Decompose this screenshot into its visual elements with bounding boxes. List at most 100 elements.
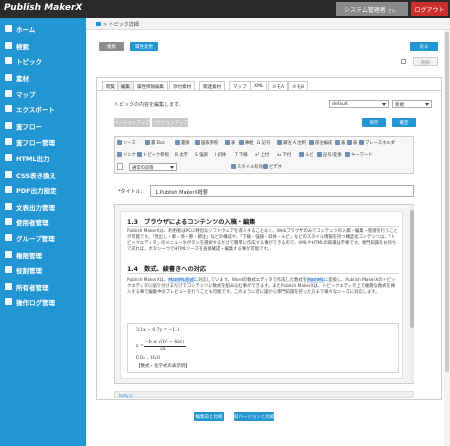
topic-ref-button[interactable]: トピック参照: [137, 151, 169, 160]
return-button[interactable]: 戻る: [410, 42, 438, 51]
copy-button[interactable]: 複製: [99, 42, 124, 51]
sidebar-item-home[interactable]: ホーム: [0, 22, 86, 36]
sidebar-item-html[interactable]: HTML出力: [0, 151, 86, 165]
underline-button[interactable]: T 下線: [235, 151, 248, 160]
sidebar-item-permissions[interactable]: 権限管理: [0, 248, 86, 262]
tab-attached-material[interactable]: 添付素材: [169, 81, 195, 90]
tab-related-material[interactable]: 関連素材: [199, 81, 225, 90]
sidebar-item-logs[interactable]: 操作ログ管理: [0, 295, 86, 309]
source-button[interactable]: ソース: [117, 139, 136, 148]
figure-ref-button[interactable]: 図表参照: [195, 139, 218, 148]
document-scrollbar-thumb[interactable]: [410, 210, 414, 328]
confirm-button[interactable]: 確定: [392, 118, 416, 127]
material-icon: [5, 74, 12, 81]
bold-button[interactable]: B 太字: [175, 151, 188, 160]
table-insert-button[interactable]: 表: [335, 139, 345, 148]
topic-ref-icon: [137, 152, 142, 157]
user-name-badge: システム管理者 さん: [336, 2, 408, 16]
annotation-button[interactable]: A 注釈: [293, 139, 306, 148]
superscript-button[interactable]: x² 上付: [255, 151, 269, 160]
save-button[interactable]: 保存: [362, 118, 386, 127]
mode-select[interactable]: 新規: [392, 100, 432, 108]
replace-button[interactable]: 置換: [175, 139, 190, 148]
symbol-convert-button[interactable]: 記号/変換: [317, 151, 342, 160]
template-select[interactable]: default: [329, 100, 389, 108]
sidebar-item-doc-output[interactable]: 文表出力管理: [0, 200, 86, 214]
version-up-button[interactable]: バージョンアップ: [114, 118, 150, 127]
table-edit-button[interactable]: 表: [347, 139, 357, 148]
tab-memo-a[interactable]: メモA: [268, 81, 289, 90]
sidebar-item-export[interactable]: エクスポート: [0, 102, 86, 116]
tab-map[interactable]: マップ: [229, 81, 251, 90]
tab-attribute-edit[interactable]: 属性情報編集: [133, 81, 168, 90]
doc-output-icon: [5, 203, 12, 210]
delete-button[interactable]: 削除: [413, 57, 438, 66]
breadcrumb-bar: > トピック詳細: [86, 18, 450, 30]
format-icon[interactable]: [117, 163, 123, 170]
illustration-button[interactable]: 挿絵: [239, 139, 254, 148]
delete-checkbox[interactable]: [401, 59, 406, 64]
sidebar-item-users[interactable]: 使用者管理: [0, 215, 86, 229]
revision-up-button[interactable]: リビジョンアップ: [152, 118, 188, 127]
sidebar-item-flow-manage[interactable]: 査フロー管理: [0, 135, 86, 149]
video-button[interactable]: ビデオ: [263, 163, 282, 172]
search-icon: [5, 42, 12, 49]
user-suffix: さん: [387, 8, 396, 13]
table-edit-icon: [347, 140, 352, 145]
attribute-edit-button[interactable]: 属性変更: [130, 42, 158, 51]
page-scrollbar-thumb[interactable]: [445, 32, 449, 372]
title-label: *タイトル：: [118, 189, 146, 195]
sidebar-item-roles[interactable]: 役割管理: [0, 263, 86, 277]
heading-divider: [127, 273, 399, 274]
sidebar-item-flow[interactable]: 査フロー: [0, 119, 86, 133]
title-input[interactable]: 1.Publish MakerX概要: [150, 185, 414, 197]
section-paragraph-1-3: Publish MakerXは、利用者はPCに特別なソフトウェアを導入することな…: [127, 229, 398, 252]
sidebar-item-topic[interactable]: トピック: [0, 54, 86, 68]
document-page[interactable]: 1.3 ブラウザによるコンテンツの入稿・編集 Publish MakerXは、利…: [120, 211, 403, 379]
logout-button[interactable]: ログアウト: [411, 2, 448, 16]
source-icon: [117, 140, 122, 145]
tab-memo-b[interactable]: メモB: [288, 81, 309, 90]
video-icon: [263, 164, 268, 169]
link-icon: [117, 152, 122, 157]
owner-icon: [5, 283, 12, 290]
figure-ref-icon: [195, 140, 200, 145]
subscript-button[interactable]: x₂ 下付: [277, 151, 291, 160]
doc-button[interactable]: 書 Doc: [145, 139, 165, 148]
sidebar-item-material[interactable]: 素材: [0, 71, 86, 85]
app-logo[interactable]: Publish MakerX: [4, 3, 82, 13]
emphasis-button[interactable]: S 強調: [195, 151, 208, 160]
footnote-icon: [277, 140, 282, 145]
role-icon: [5, 266, 12, 273]
home-icon[interactable]: [96, 22, 101, 26]
compare-previous-version-button[interactable]: 前バージョンと比較: [234, 412, 274, 421]
top-header: Publish MakerX システム管理者 さん ログアウト: [0, 0, 450, 18]
sidebar-item-groups[interactable]: グループ管理: [0, 231, 86, 245]
footnote-button[interactable]: 脚注: [277, 139, 292, 148]
keyword-button[interactable]: キーワード: [345, 151, 372, 160]
table-button[interactable]: 表: [225, 139, 235, 148]
style-enable-button[interactable]: スタイル有効: [231, 163, 263, 172]
placeholder-icon: [359, 140, 364, 145]
symbol-button[interactable]: Ω 記号: [257, 139, 270, 148]
placeholder-button[interactable]: プレースホルダ: [359, 139, 395, 148]
tab-edit[interactable]: 編集: [117, 81, 134, 90]
export-icon: [5, 105, 12, 112]
equation-denominator: 2a: [160, 347, 166, 352]
section-note-button[interactable]: 部注編成: [309, 139, 332, 148]
link-button[interactable]: リンク: [117, 151, 136, 160]
sidebar-item-search[interactable]: 検索: [0, 39, 86, 53]
sidebar-item-map[interactable]: マップ: [0, 87, 86, 101]
sidebar-item-pdf[interactable]: PDF出力設定: [0, 183, 86, 197]
document-editor-area[interactable]: 1.3 ブラウザによるコンテンツの入稿・編集 Publish MakerXは、利…: [114, 204, 414, 384]
chevron-down-icon: [425, 103, 429, 106]
tab-xml[interactable]: XML: [250, 81, 268, 90]
ruby-button[interactable]: ルビ: [299, 151, 314, 160]
paragraph-format-select[interactable]: 通常の段落: [129, 163, 177, 171]
map-icon: [5, 90, 12, 97]
sidebar-item-css[interactable]: CSS表き換え: [0, 168, 86, 182]
italic-button[interactable]: I 斜体: [215, 151, 226, 160]
sidebar-item-owners[interactable]: 所有者管理: [0, 280, 86, 294]
table-icon: [225, 140, 230, 145]
compare-before-edit-button[interactable]: 編集前と比較: [194, 412, 224, 421]
